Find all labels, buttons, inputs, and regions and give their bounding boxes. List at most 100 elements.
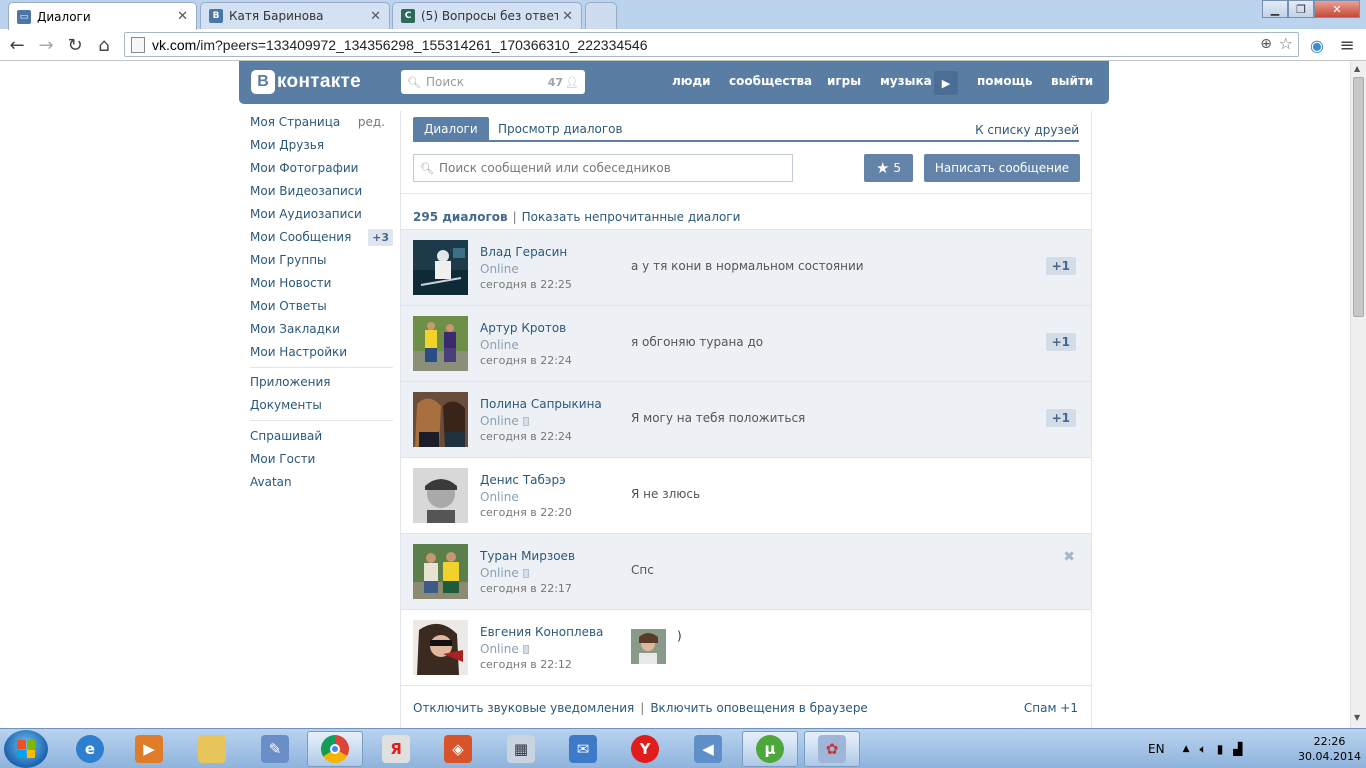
file-explorer-icon[interactable] (184, 731, 240, 767)
browser-notify-link[interactable]: Включить оповещения в браузере (650, 701, 868, 715)
dialog-row[interactable]: Туран Мирзоев Online сегодня в 22:17 Спс… (401, 533, 1091, 609)
home-icon[interactable]: ⌂ (93, 34, 115, 56)
vk-logo[interactable]: В контакте (251, 70, 361, 94)
back-arrow-icon[interactable]: ← (6, 34, 28, 56)
dialog-row[interactable]: Полина Сапрыкина Online сегодня в 22:24 … (401, 381, 1091, 457)
sidebar-item-news[interactable]: Мои Новости (250, 272, 393, 294)
sidebar-item-groups[interactable]: Мои Группы (250, 249, 393, 271)
dialog-name[interactable]: Артур Кротов (480, 321, 566, 335)
new-tab-button[interactable] (585, 2, 617, 29)
dialog-name[interactable]: Туран Мирзоев (480, 549, 575, 563)
header-search-input[interactable]: 🔍︎ Поиск 47 👤︎ (401, 70, 585, 94)
sidebar-item-bookmarks[interactable]: Мои Закладки (250, 318, 393, 340)
to-friends-link[interactable]: К списку друзей (975, 123, 1079, 137)
close-tab-icon[interactable]: ✕ (177, 9, 188, 24)
dialog-name[interactable]: Влад Герасин (480, 245, 567, 259)
clock[interactable]: 22:26 30.04.2014 (1298, 734, 1361, 764)
sidebar-item-documents[interactable]: Документы (250, 394, 393, 416)
volume-app-icon[interactable]: ◀ (680, 731, 736, 767)
spam-link[interactable]: Спам +1 (1024, 701, 1078, 715)
sidebar-item-settings[interactable]: Мои Настройки (250, 341, 393, 363)
sidebar-item-my-page[interactable]: Моя Страница ред. (250, 111, 393, 133)
sidebar-item-videos[interactable]: Мои Видеозаписи (250, 180, 393, 202)
media-player-icon[interactable]: ▶ (121, 731, 177, 767)
battery-icon[interactable]: ▮ (1217, 742, 1224, 756)
windows-logo-icon (17, 740, 35, 758)
minimize-button[interactable]: ▁ (1262, 0, 1288, 18)
yandex-browser-icon[interactable]: Я (368, 731, 424, 767)
dialog-row[interactable]: Артур Кротов Online сегодня в 22:24 я об… (401, 305, 1091, 381)
forward-arrow-icon[interactable]: → (35, 34, 57, 56)
paint-tool-icon[interactable]: ✎ (247, 731, 303, 767)
dialog-row[interactable]: Евгения Коноплева Online сегодня в 22:12… (401, 609, 1091, 685)
tab-dialogs[interactable]: Диалоги (413, 117, 489, 141)
sidebar-item-audio[interactable]: Мои Аудиозаписи (250, 203, 393, 225)
scroll-up-icon[interactable]: ▲ (1354, 64, 1360, 73)
tray-expand-icon[interactable]: ▲ (1183, 744, 1190, 754)
calculator-icon[interactable]: ▦ (493, 731, 549, 767)
scrollbar-thumb[interactable] (1353, 77, 1364, 317)
speaker-icon[interactable]: 🔈︎ (1199, 742, 1206, 757)
avatar[interactable] (413, 316, 468, 371)
browser-tab-questions[interactable]: C (5) Вопросы без ответа | ( ✕ (392, 2, 582, 29)
avatar[interactable] (413, 240, 468, 295)
address-bar[interactable]: vk.com/im?peers=133409972_134356298_1553… (124, 32, 1299, 57)
delete-dialog-icon[interactable]: ✖ (1063, 549, 1075, 565)
nav-games[interactable]: игры (827, 74, 861, 88)
show-unread-link[interactable]: Показать непрочитанные диалоги (522, 210, 741, 224)
sidebar-item-apps[interactable]: Приложения (250, 371, 393, 393)
sidebar-item-avatan[interactable]: Avatan (250, 471, 393, 493)
maximize-button[interactable]: ❐ (1288, 0, 1314, 18)
starred-button[interactable]: ★ 5 (864, 154, 913, 182)
sidebar-item-guests[interactable]: Мои Гости (250, 448, 393, 470)
dialog-row[interactable]: Влад Герасин Online сегодня в 22:25 а у … (401, 229, 1091, 305)
close-window-button[interactable]: ✕ (1314, 0, 1360, 18)
nav-help[interactable]: помощь (977, 74, 1032, 88)
extension-icon[interactable]: ◉ (1306, 34, 1328, 56)
scroll-down-icon[interactable]: ▼ (1354, 713, 1360, 722)
nav-people[interactable]: люди (672, 74, 711, 88)
page-scrollbar[interactable]: ▲ ▼ (1350, 61, 1366, 728)
sidebar-item-answers[interactable]: Мои Ответы (250, 295, 393, 317)
sidebar-item-friends[interactable]: Мои Друзья (250, 134, 393, 156)
close-tab-icon[interactable]: ✕ (562, 9, 573, 24)
edit-menu-link[interactable]: ред. (358, 115, 385, 129)
sidebar-item-messages[interactable]: Мои Сообщения +3 (250, 226, 393, 248)
chrome-icon[interactable] (307, 731, 363, 767)
menu-icon[interactable]: ≡ (1336, 34, 1358, 56)
sidebar-item-photos[interactable]: Мои Фотографии (250, 157, 393, 179)
close-tab-icon[interactable]: ✕ (370, 9, 381, 24)
play-icon[interactable]: ▶ (934, 71, 958, 95)
nav-music[interactable]: музыка (880, 74, 932, 88)
media-app-icon[interactable]: ◈ (430, 731, 486, 767)
start-button[interactable] (4, 730, 48, 768)
browser-tab-katya[interactable]: В Катя Баринова ✕ (200, 2, 390, 29)
yandex-icon[interactable]: Y (617, 731, 673, 767)
sound-off-link[interactable]: Отключить звуковые уведомления (413, 701, 634, 715)
nav-communities[interactable]: сообщества (729, 74, 812, 88)
mail-icon[interactable]: ✉ (555, 731, 611, 767)
sidebar-item-ask[interactable]: Спрашивай (250, 425, 393, 447)
dialog-name[interactable]: Полина Сапрыкина (480, 397, 602, 411)
paint-icon[interactable]: ✿ (804, 731, 860, 767)
tab-view-dialogs[interactable]: Просмотр диалогов (487, 117, 634, 141)
language-indicator[interactable]: EN (1148, 742, 1165, 756)
nav-logout[interactable]: выйти (1051, 74, 1093, 88)
internet-explorer-icon[interactable]: e (62, 731, 118, 767)
reload-icon[interactable]: ↻ (64, 34, 86, 56)
dialog-name[interactable]: Денис Табэрэ (480, 473, 566, 487)
browser-tab-dialogs[interactable]: ▭ Диалоги ✕ (8, 2, 197, 30)
zoom-icon[interactable]: ⊕ (1260, 36, 1272, 52)
avatar[interactable] (413, 620, 468, 675)
avatar[interactable] (413, 544, 468, 599)
avatar[interactable] (413, 392, 468, 447)
dialog-name[interactable]: Евгения Коноплева (480, 625, 603, 639)
signal-icon[interactable]: ▟ (1233, 742, 1242, 756)
dialog-last-message: а у тя кони в нормальном состоянии (631, 259, 864, 273)
message-search-input[interactable]: 🔍︎ Поиск сообщений или собеседников (413, 154, 793, 182)
dialog-row[interactable]: Денис Табэрэ Online сегодня в 22:20 Я не… (401, 457, 1091, 533)
utorrent-icon[interactable]: µ (742, 731, 798, 767)
bookmark-star-icon[interactable]: ☆ (1279, 34, 1293, 53)
write-message-button[interactable]: Написать сообщение (924, 154, 1080, 182)
avatar[interactable] (413, 468, 468, 523)
